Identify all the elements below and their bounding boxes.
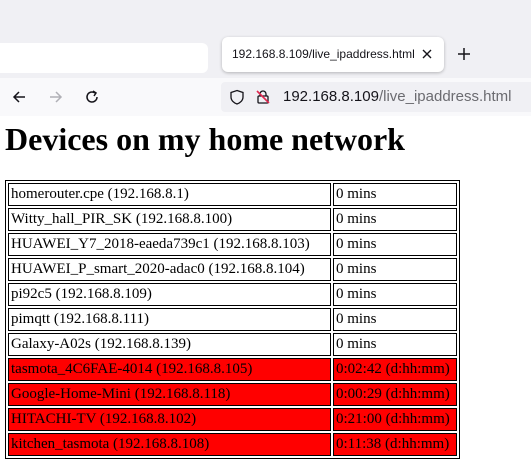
close-icon[interactable] bbox=[420, 47, 434, 61]
url-text: 192.168.8.109/live_ipaddress.html bbox=[283, 88, 512, 105]
last-seen: 0 mins bbox=[333, 283, 457, 306]
device-name: HUAWEI_P_smart_2020-adac0 (192.168.8.104… bbox=[8, 258, 331, 281]
address-bar[interactable]: 192.168.8.109/live_ipaddress.html bbox=[221, 82, 531, 112]
last-seen: 0 mins bbox=[333, 183, 457, 206]
table-row: HUAWEI_P_smart_2020-adac0 (192.168.8.104… bbox=[8, 258, 457, 281]
last-seen: 0:11:38 (d:hh:mm) bbox=[333, 433, 457, 456]
device-name: kitchen_tasmota (192.168.8.108) bbox=[8, 433, 331, 456]
devices-table-body: homerouter.cpe (192.168.8.1) 0 mins Witt… bbox=[8, 183, 457, 456]
reload-icon[interactable] bbox=[83, 88, 101, 106]
table-row: pi92c5 (192.168.8.109) 0 mins bbox=[8, 283, 457, 306]
previous-tab-area[interactable] bbox=[0, 43, 208, 73]
last-seen: 0 mins bbox=[333, 333, 457, 356]
plus-icon[interactable] bbox=[455, 45, 473, 63]
device-name: pimqtt (192.168.8.111) bbox=[8, 308, 331, 331]
table-row: Witty_hall_PIR_SK (192.168.8.100) 0 mins bbox=[8, 208, 457, 231]
device-name: pi92c5 (192.168.8.109) bbox=[8, 283, 331, 306]
device-name: HUAWEI_Y7_2018-eaeda739c1 (192.168.8.103… bbox=[8, 233, 331, 256]
device-name: Google-Home-Mini (192.168.8.118) bbox=[8, 383, 331, 406]
tab-strip: 192.168.8.109/live_ipaddress.html bbox=[0, 0, 531, 78]
active-tab[interactable]: 192.168.8.109/live_ipaddress.html bbox=[222, 37, 444, 72]
table-row: Galaxy-A02s (192.168.8.139) 0 mins bbox=[8, 333, 457, 356]
table-row: HUAWEI_Y7_2018-eaeda739c1 (192.168.8.103… bbox=[8, 233, 457, 256]
back-arrow-icon[interactable] bbox=[10, 88, 28, 106]
table-row: Google-Home-Mini (192.168.8.118) 0:00:29… bbox=[8, 383, 457, 406]
device-name: Galaxy-A02s (192.168.8.139) bbox=[8, 333, 331, 356]
last-seen: 0:00:29 (d:hh:mm) bbox=[333, 383, 457, 406]
insecure-lock-icon[interactable] bbox=[255, 89, 271, 105]
device-name: homerouter.cpe (192.168.8.1) bbox=[8, 183, 331, 206]
last-seen: 0:02:42 (d:hh:mm) bbox=[333, 358, 457, 381]
shield-icon[interactable] bbox=[229, 89, 245, 105]
table-row: homerouter.cpe (192.168.8.1) 0 mins bbox=[8, 183, 457, 206]
table-row: tasmota_4C6FAE-4014 (192.168.8.105) 0:02… bbox=[8, 358, 457, 381]
devices-table: homerouter.cpe (192.168.8.1) 0 mins Witt… bbox=[5, 180, 460, 459]
last-seen: 0 mins bbox=[333, 233, 457, 256]
device-name: HITACHI-TV (192.168.8.102) bbox=[8, 408, 331, 431]
page-title: Devices on my home network bbox=[5, 121, 405, 157]
device-name: tasmota_4C6FAE-4014 (192.168.8.105) bbox=[8, 358, 331, 381]
device-name: Witty_hall_PIR_SK (192.168.8.100) bbox=[8, 208, 331, 231]
tab-title: 192.168.8.109/live_ipaddress.html bbox=[232, 47, 415, 61]
forward-arrow-icon[interactable] bbox=[47, 88, 65, 106]
last-seen: 0 mins bbox=[333, 258, 457, 281]
last-seen: 0 mins bbox=[333, 208, 457, 231]
last-seen: 0:21:00 (d:hh:mm) bbox=[333, 408, 457, 431]
url-host: 192.168.8.109 bbox=[283, 88, 379, 105]
last-seen: 0 mins bbox=[333, 308, 457, 331]
url-path: /live_ipaddress.html bbox=[378, 88, 512, 105]
table-row: kitchen_tasmota (192.168.8.108) 0:11:38 … bbox=[8, 433, 457, 456]
table-row: HITACHI-TV (192.168.8.102) 0:21:00 (d:hh… bbox=[8, 408, 457, 431]
table-row: pimqtt (192.168.8.111) 0 mins bbox=[8, 308, 457, 331]
navigation-bar: 192.168.8.109/live_ipaddress.html bbox=[0, 78, 531, 116]
